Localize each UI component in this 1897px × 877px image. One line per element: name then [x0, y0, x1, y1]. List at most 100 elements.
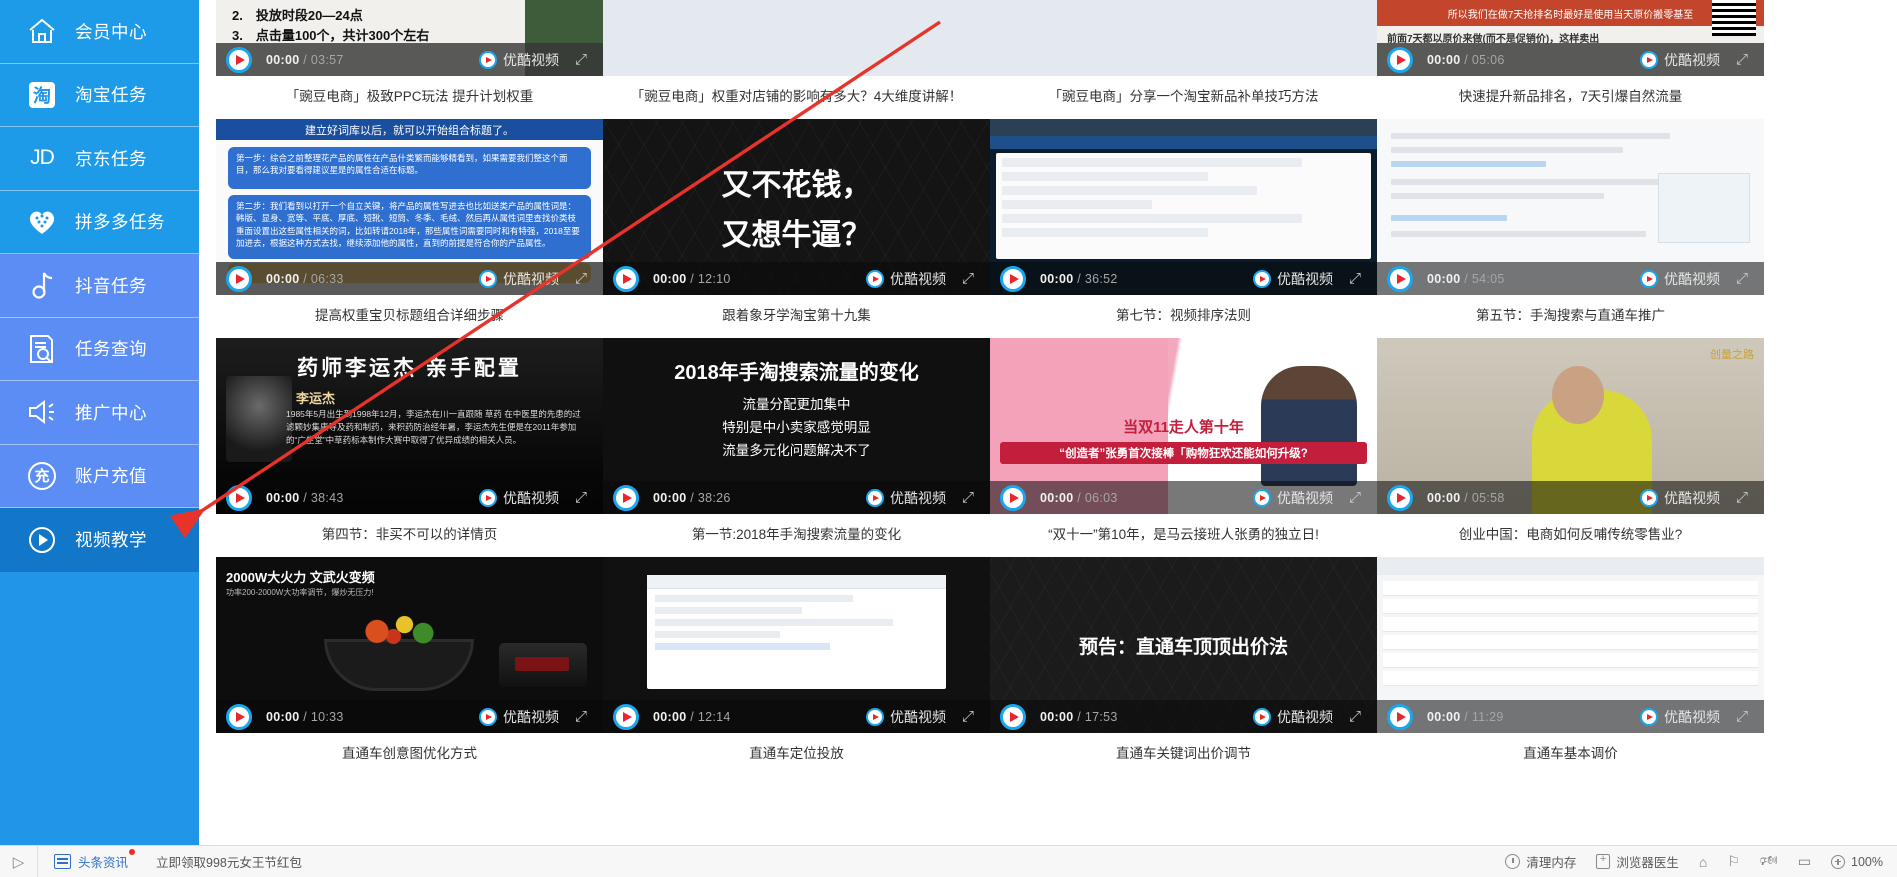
video-player-bar[interactable]: 00:00 / 06:33 优酷视频 ⤢ [216, 262, 603, 295]
broom-icon[interactable]: ⌂ [1699, 854, 1707, 870]
video-player-bar[interactable]: 00:00 / 06:03 优酷视频 ⤢ [990, 481, 1377, 514]
video-thumbnail[interactable]: 建立好词库以后，就可以开始组合标题了。 第一步：综合之前整理花产品的属性在产品什… [216, 119, 603, 295]
fullscreen-icon[interactable]: ⤢ [575, 708, 593, 726]
video-caption[interactable]: 直通车基本调价 [1377, 733, 1764, 776]
sidebar-item-douyin-tasks[interactable]: 抖音任务 [0, 254, 199, 318]
window-icon[interactable]: ▭ [1798, 853, 1811, 870]
video-thumbnail[interactable]: 创量之路 00:00 / 05:58 优酷视频 ⤢ [1377, 338, 1764, 514]
video-card[interactable]: 「豌豆电商」分享一个淘宝新品补单技巧方法 [990, 0, 1377, 119]
video-thumbnail[interactable]: 当双11走人第十年 “创造者”张勇首次接棒「购物狂欢还能如何升级? 00:00 … [990, 338, 1377, 514]
video-thumbnail[interactable]: 预告：直通车顶顶出价法 00:00 / 17:53 优酷视频 ⤢ [990, 557, 1377, 733]
sidebar-item-taobao-tasks[interactable]: 淘 淘宝任务 [0, 63, 199, 127]
clean-memory-button[interactable]: 清理内存 [1505, 852, 1576, 871]
sidebar-item-pinduoduo-tasks[interactable]: 拼多多任务 [0, 190, 199, 254]
video-player-bar[interactable]: 00:00 / 05:06 优酷视频 ⤢ [1377, 43, 1764, 76]
video-thumbnail[interactable] [990, 0, 1377, 76]
video-caption[interactable]: 创业中国：电商如何反哺传统零售业? [1377, 514, 1764, 557]
play-button[interactable] [226, 265, 252, 292]
video-player-bar[interactable]: 00:00 / 12:10 优酷视频 ⤢ [603, 262, 990, 295]
fullscreen-icon[interactable]: ⤢ [575, 270, 593, 288]
video-player-bar[interactable]: 00:00 / 38:43 优酷视频 ⤢ [216, 481, 603, 514]
play-button[interactable] [226, 46, 252, 73]
video-card[interactable]: 预告：直通车顶顶出价法 00:00 / 17:53 优酷视频 ⤢ 直通车关键词出… [990, 557, 1377, 776]
video-card[interactable]: 2018年手淘搜索流量的变化 流量分配更加集中 特别是中小卖家感觉明显 流量多元… [603, 338, 990, 557]
expand-chevron-icon[interactable]: ▷ [0, 846, 38, 877]
video-thumbnail[interactable]: 00:00 / 54:05 优酷视频 ⤢ [1377, 119, 1764, 295]
video-card[interactable]: 药师李运杰 亲手配置 李运杰 1985年5月出生到1998年12月，李运杰在川一… [216, 338, 603, 557]
play-button[interactable] [226, 484, 252, 511]
video-card[interactable]: 所以我们在做7天抢排名时最好是使用当天原价搬零基至 前面7天都以原价来做(而不是… [1377, 0, 1764, 119]
video-player-bar[interactable]: 00:00 / 54:05 优酷视频 ⤢ [1377, 262, 1764, 295]
fullscreen-icon[interactable]: ⤢ [575, 51, 593, 69]
video-card[interactable]: 2. 投放时段20—24点 3. 点击量100个，共计300个左右 00:00 … [216, 0, 603, 119]
play-button[interactable] [613, 265, 639, 292]
fullscreen-icon[interactable]: ⤢ [575, 489, 593, 507]
fullscreen-icon[interactable]: ⤢ [1349, 489, 1367, 507]
video-card[interactable]: 00:00 / 54:05 优酷视频 ⤢ 第五节：手淘搜索与直通车推广 [1377, 119, 1764, 338]
video-thumbnail[interactable]: 2000W大火力 文武火变频 功率200-2000W大功率调节，爆炒无压力! 0… [216, 557, 603, 733]
video-caption[interactable]: 第四节：非买不可以的详情页 [216, 514, 603, 557]
play-button[interactable] [1387, 703, 1413, 730]
video-card[interactable]: 又不花钱， 又想牛逼？ 00:00 / 12:10 优酷视频 ⤢ 跟着象牙学淘宝… [603, 119, 990, 338]
video-caption[interactable]: “双十一”第10年，是马云接班人张勇的独立日! [990, 514, 1377, 557]
sidebar-item-member-center[interactable]: 会员中心 [0, 0, 199, 64]
play-button[interactable] [613, 484, 639, 511]
play-button[interactable] [226, 703, 252, 730]
play-button[interactable] [1387, 46, 1413, 73]
sidebar-item-account-recharge[interactable]: 充 账户充值 [0, 444, 199, 508]
fullscreen-icon[interactable]: ⤢ [962, 489, 980, 507]
play-button[interactable] [1387, 265, 1413, 292]
video-card[interactable]: 「豌豆电商」权重对店铺的影响有多大？4大维度讲解！ [603, 0, 990, 119]
fullscreen-icon[interactable]: ⤢ [962, 270, 980, 288]
flag-icon[interactable]: ⚐ [1727, 853, 1740, 870]
video-caption[interactable]: 直通车创意图优化方式 [216, 733, 603, 776]
video-caption[interactable]: 第五节：手淘搜索与直通车推广 [1377, 295, 1764, 338]
sidebar-item-video-tutorial[interactable]: 视频教学 [0, 508, 199, 572]
video-player-bar[interactable]: 00:00 / 36:52 优酷视频 ⤢ [990, 262, 1377, 295]
video-player-bar[interactable]: 00:00 / 03:57 优酷视频 ⤢ [216, 43, 603, 76]
video-card[interactable]: 创量之路 00:00 / 05:58 优酷视频 ⤢ 创业中国：电商如何反哺传统零… [1377, 338, 1764, 557]
video-card[interactable]: 00:00 / 36:52 优酷视频 ⤢ 第七节：视频排序法则 [990, 119, 1377, 338]
play-button[interactable] [1000, 703, 1026, 730]
video-thumbnail[interactable]: 药师李运杰 亲手配置 李运杰 1985年5月出生到1998年12月，李运杰在川一… [216, 338, 603, 514]
fullscreen-icon[interactable]: ⤢ [962, 708, 980, 726]
video-card[interactable]: 当双11走人第十年 “创造者”张勇首次接棒「购物狂欢还能如何升级? 00:00 … [990, 338, 1377, 557]
speaker-icon[interactable]: 🕬 [1760, 850, 1778, 874]
video-caption[interactable]: 直通车关键词出价调节 [990, 733, 1377, 776]
promo-text[interactable]: 立即领取998元女王节红包 [156, 852, 302, 871]
fullscreen-icon[interactable]: ⤢ [1349, 270, 1367, 288]
video-caption[interactable]: 第七节：视频排序法则 [990, 295, 1377, 338]
video-thumbnail[interactable]: 00:00 / 12:14 优酷视频 ⤢ [603, 557, 990, 733]
video-card[interactable]: 建立好词库以后，就可以开始组合标题了。 第一步：综合之前整理花产品的属性在产品什… [216, 119, 603, 338]
sidebar-item-jd-tasks[interactable]: JD 京东任务 [0, 127, 199, 191]
sidebar-item-promotion-center[interactable]: 推广中心 [0, 381, 199, 445]
news-button[interactable]: 头条资讯 [38, 846, 138, 877]
play-button[interactable] [1000, 484, 1026, 511]
video-caption[interactable]: 「豌豆电商」分享一个淘宝新品补单技巧方法 [990, 76, 1377, 119]
video-caption[interactable]: 提高权重宝贝标题组合详细步骤 [216, 295, 603, 338]
video-caption[interactable]: 「豌豆电商」权重对店铺的影响有多大？4大维度讲解！ [603, 76, 990, 119]
video-caption[interactable]: 快速提升新品排名，7天引爆自然流量 [1377, 76, 1764, 119]
zoom-control[interactable]: 100% [1831, 854, 1883, 869]
play-button[interactable] [1000, 265, 1026, 292]
video-player-bar[interactable]: 00:00 / 11:29 优酷视频 ⤢ [1377, 700, 1764, 733]
video-player-bar[interactable]: 00:00 / 38:26 优酷视频 ⤢ [603, 481, 990, 514]
play-button[interactable] [1387, 484, 1413, 511]
video-thumbnail[interactable]: 所以我们在做7天抢排名时最好是使用当天原价搬零基至 前面7天都以原价来做(而不是… [1377, 0, 1764, 76]
fullscreen-icon[interactable]: ⤢ [1736, 51, 1754, 69]
video-caption[interactable]: 跟着象牙学淘宝第十九集 [603, 295, 990, 338]
sidebar-item-task-query[interactable]: 任务查询 [0, 317, 199, 381]
video-thumbnail[interactable]: 00:00 / 11:29 优酷视频 ⤢ [1377, 557, 1764, 733]
video-player-bar[interactable]: 00:00 / 17:53 优酷视频 ⤢ [990, 700, 1377, 733]
video-player-bar[interactable]: 00:00 / 10:33 优酷视频 ⤢ [216, 700, 603, 733]
video-card[interactable]: 00:00 / 12:14 优酷视频 ⤢ 直通车定位投放 [603, 557, 990, 776]
video-caption[interactable]: 直通车定位投放 [603, 733, 990, 776]
fullscreen-icon[interactable]: ⤢ [1736, 270, 1754, 288]
video-caption[interactable]: 第一节:2018年手淘搜索流量的变化 [603, 514, 990, 557]
fullscreen-icon[interactable]: ⤢ [1736, 489, 1754, 507]
video-thumbnail[interactable]: 00:00 / 36:52 优酷视频 ⤢ [990, 119, 1377, 295]
video-thumbnail[interactable] [603, 0, 990, 76]
video-caption[interactable]: 「豌豆电商」极致PPC玩法 提升计划权重 [216, 76, 603, 119]
video-player-bar[interactable]: 00:00 / 12:14 优酷视频 ⤢ [603, 700, 990, 733]
fullscreen-icon[interactable]: ⤢ [1736, 708, 1754, 726]
